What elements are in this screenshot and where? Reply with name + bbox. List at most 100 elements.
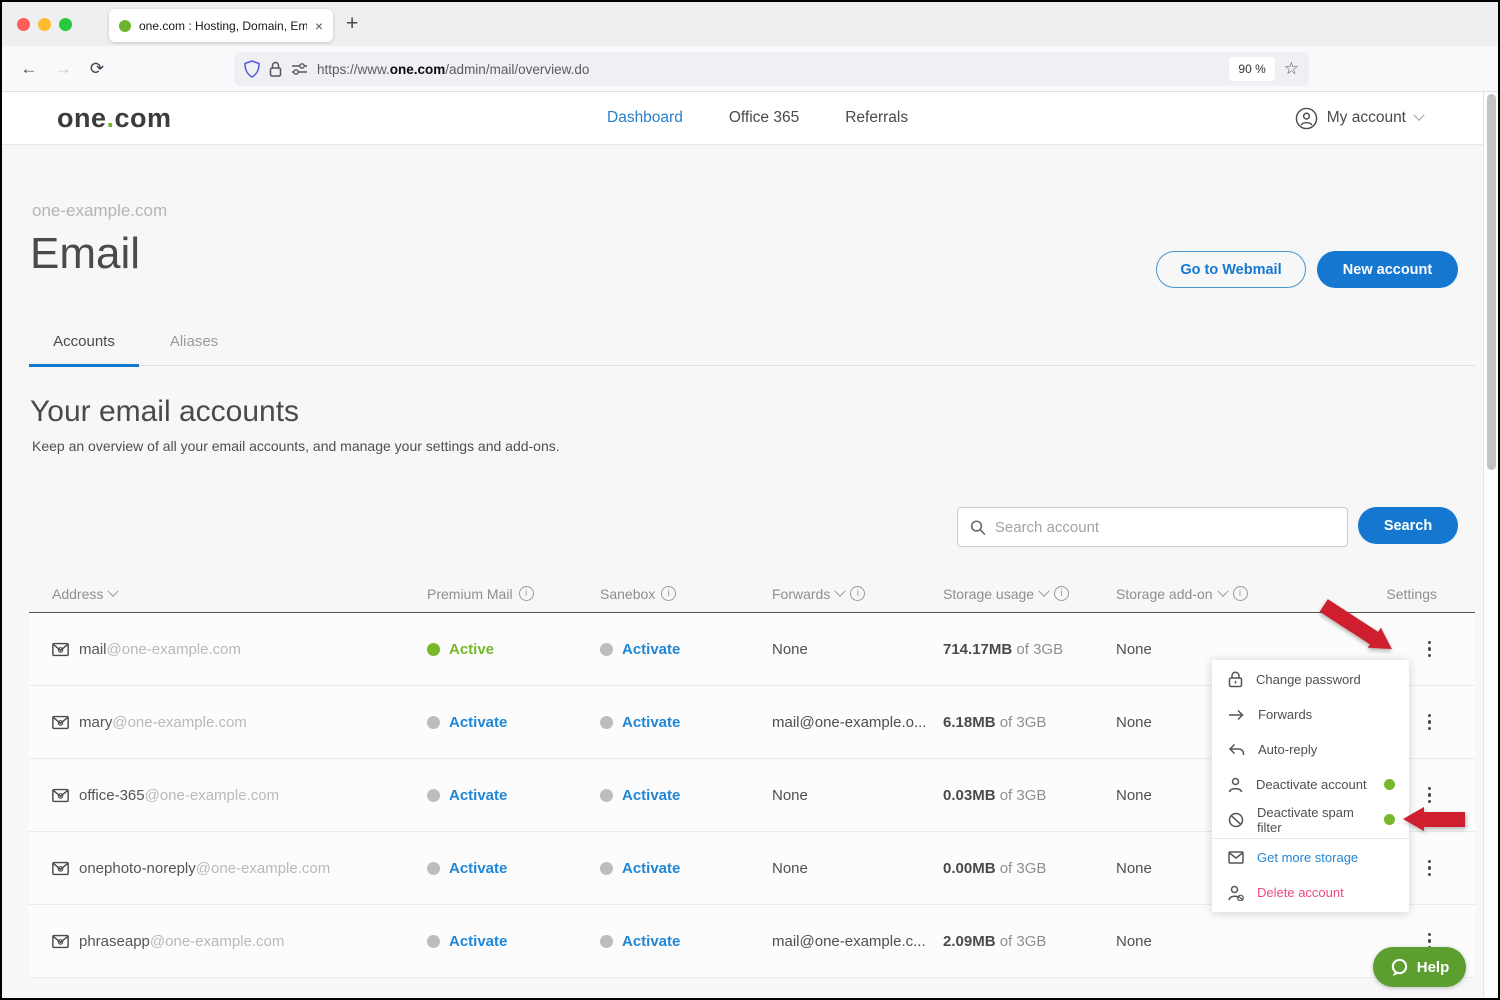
menu-item-get-more-storage[interactable]: Get more storage [1212,840,1409,875]
lock-icon [1228,671,1243,688]
page-scrollbar[interactable] [1483,92,1498,1000]
table-header-row: Address Premium Maili Saneboxi Forwardsi… [29,575,1475,613]
menu-item-change-password[interactable]: Change password [1212,662,1409,697]
row-settings-kebab-icon[interactable] [1424,637,1436,662]
url-bar[interactable]: https://www.one.com/admin/mail/overview.… [234,52,1309,86]
forwards-value: None [772,641,943,658]
row-settings-kebab-icon[interactable] [1424,710,1436,735]
col-forwards[interactable]: Forwards [772,586,830,602]
scrollbar-thumb[interactable] [1487,94,1496,470]
tab-strip: Accounts Aliases [29,333,1475,366]
col-address[interactable]: Address [52,586,103,602]
nav-dashboard[interactable]: Dashboard [607,109,683,127]
premium-activate-link[interactable]: Activate [449,933,507,950]
info-icon[interactable]: i [1233,586,1248,601]
browser-toolbar: ← → ⟳ https://www.one.com/admin/mail/ove… [2,46,1498,92]
minimize-window-button[interactable] [38,18,51,31]
menu-item-auto-reply[interactable]: Auto-reply [1212,732,1409,767]
chat-bubble-icon [1390,958,1409,976]
my-account-label: My account [1327,109,1406,127]
sanebox-activate-link[interactable]: Activate [622,860,680,877]
email-address: phraseapp [79,933,150,950]
breadcrumb: one-example.com [32,201,167,221]
sort-chevron-icon[interactable] [1038,585,1049,596]
row-settings-kebab-icon[interactable] [1424,856,1436,881]
chevron-down-icon [1413,110,1424,121]
col-storage-usage[interactable]: Storage usage [943,586,1034,602]
reload-icon[interactable]: ⟳ [80,59,114,79]
status-dot-active [1384,814,1395,825]
my-account-menu[interactable]: My account [1295,107,1423,130]
help-label: Help [1417,959,1450,976]
close-window-button[interactable] [17,18,30,31]
menu-item-forwards[interactable]: Forwards [1212,697,1409,732]
table-row: phraseapp@one-example.com Activate Activ… [29,905,1475,978]
premium-activate-link[interactable]: Activate [449,860,507,877]
search-button[interactable]: Search [1358,507,1458,544]
bookmark-star-icon[interactable]: ☆ [1284,59,1299,79]
lock-icon[interactable] [269,61,282,77]
tracking-protection-shield-icon[interactable] [244,60,260,78]
menu-divider [1212,838,1409,839]
section-title: Your email accounts [30,395,299,429]
status-dot-active [427,643,440,656]
menu-item-deactivate-spam-filter[interactable]: Deactivate spam filter [1212,802,1409,837]
tab-close-icon[interactable]: × [315,18,323,34]
nav-referrals[interactable]: Referrals [845,109,908,127]
col-storage-addon[interactable]: Storage add-on [1116,586,1213,602]
addon-value: None [1116,641,1266,658]
info-icon[interactable]: i [519,586,534,601]
nav-office-365[interactable]: Office 365 [729,109,799,127]
status-dot-inactive [600,643,613,656]
permissions-icon[interactable] [291,63,308,75]
info-icon[interactable]: i [661,586,676,601]
search-icon [970,519,986,536]
mail-icon [52,715,69,730]
storage-used: 6.18MB [943,714,996,731]
info-icon[interactable]: i [1054,586,1069,601]
search-input[interactable] [995,519,1335,536]
search-box[interactable] [957,507,1348,547]
user-avatar-icon [1295,107,1318,130]
sanebox-activate-link[interactable]: Activate [622,933,680,950]
storage-used: 714.17MB [943,641,1012,658]
url-text[interactable]: https://www.one.com/admin/mail/overview.… [317,62,1220,77]
sanebox-activate-link[interactable]: Activate [622,787,680,804]
macos-window-controls[interactable] [17,18,72,31]
page-zoom-indicator[interactable]: 90 % [1229,57,1274,81]
tab-title: one.com : Hosting, Domain, Ema [139,19,307,33]
one-com-logo[interactable]: one.com [57,103,172,134]
forward-icon[interactable]: → [46,59,80,79]
storage-used: 0.00MB [943,860,996,877]
go-to-webmail-button[interactable]: Go to Webmail [1156,251,1306,288]
sort-chevron-icon[interactable] [835,585,846,596]
tab-aliases[interactable]: Aliases [139,333,249,365]
status-dot-inactive [427,716,440,729]
info-icon[interactable]: i [850,586,865,601]
status-dot-active [1384,779,1395,790]
help-button[interactable]: Help [1373,947,1466,987]
status-dot-inactive [427,935,440,948]
status-dot-inactive [600,716,613,729]
status-dot-inactive [600,789,613,802]
premium-activate-link[interactable]: Activate [449,787,507,804]
col-sanebox: Sanebox [600,586,655,602]
back-icon[interactable]: ← [12,59,46,79]
sanebox-activate-link[interactable]: Activate [622,714,680,731]
menu-item-deactivate-account[interactable]: Deactivate account [1212,767,1409,802]
browser-tab[interactable]: one.com : Hosting, Domain, Ema × [109,9,333,42]
mail-icon [52,788,69,803]
tab-accounts[interactable]: Accounts [29,333,139,367]
new-account-button[interactable]: New account [1317,251,1458,288]
menu-item-delete-account[interactable]: Delete account [1212,875,1409,910]
page-title: Email [30,229,140,279]
sanebox-activate-link[interactable]: Activate [622,641,680,658]
sort-chevron-icon[interactable] [1217,585,1228,596]
zoom-window-button[interactable] [59,18,72,31]
premium-activate-link[interactable]: Activate [449,714,507,731]
storage-used: 2.09MB [943,933,996,950]
new-tab-button[interactable]: + [346,12,358,36]
row-settings-kebab-icon[interactable] [1424,783,1436,808]
person-icon [1228,777,1243,793]
sort-chevron-icon[interactable] [108,585,119,596]
